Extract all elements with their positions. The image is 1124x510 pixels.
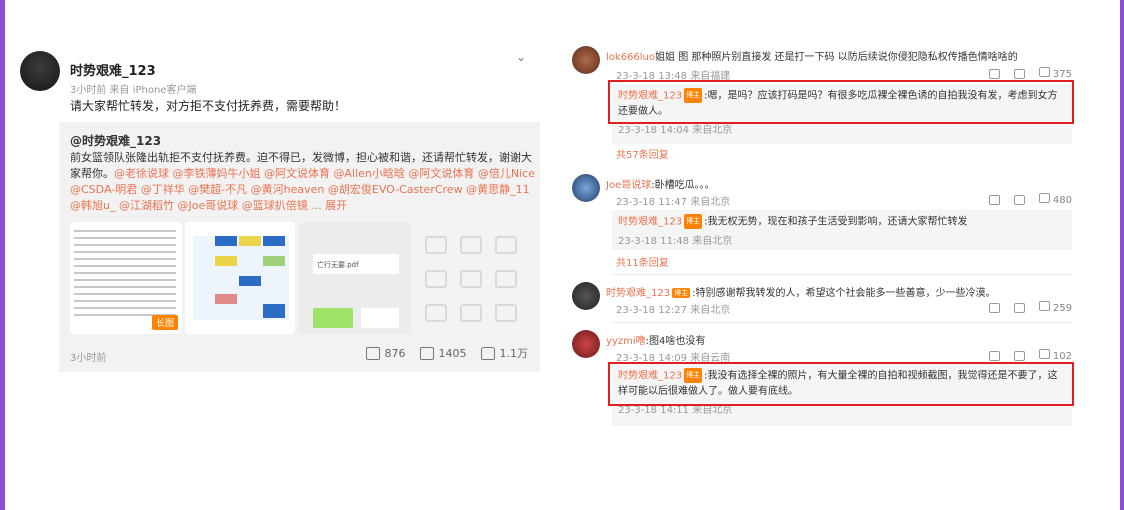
like-count: 480 — [1052, 195, 1072, 206]
comment-actions: 375 — [988, 67, 1072, 80]
comment-count: 1405 — [438, 346, 467, 360]
image-thumbnails: 长图 亡行无要.pdf — [70, 222, 540, 334]
like-icon — [1038, 301, 1050, 311]
comment-icon[interactable] — [1013, 350, 1025, 361]
post-text: 请大家帮忙转发，对方拒不支付抚养费，需要帮助！ — [70, 99, 347, 113]
avatar[interactable] — [572, 46, 600, 74]
long-image-badge: 长图 — [151, 315, 178, 330]
avatar[interactable] — [20, 51, 60, 91]
comment-button[interactable]: 1405 — [419, 346, 467, 360]
more-replies-link[interactable]: 共11条回复 — [616, 254, 669, 269]
post-actions: 876 1405 1.1万 — [365, 345, 529, 361]
comment-text: :卧槽吃瓜。。。 — [651, 180, 715, 191]
like-count: 1.1万 — [499, 347, 529, 360]
share-icon[interactable] — [988, 350, 1000, 361]
post-meta: 3小时前 来自 iPhone客户端 — [70, 85, 197, 96]
reply-meta: 23-3-18 11:48 来自北京 — [618, 235, 733, 247]
comment-icon[interactable] — [1013, 68, 1025, 79]
highlight-box — [608, 362, 1074, 406]
thumbnail-spreadsheet[interactable] — [185, 222, 295, 334]
share-button[interactable]: 876 — [365, 346, 406, 360]
comment-icon[interactable] — [1013, 194, 1025, 205]
like-icon — [1038, 349, 1050, 359]
thumbnail-chat-screenshot[interactable]: 亡行无要.pdf — [299, 222, 411, 334]
like-count: 102 — [1052, 351, 1072, 362]
left-frame-border — [0, 0, 5, 510]
commenter-name[interactable]: yyzmi噜 — [606, 336, 646, 347]
comment-text: :图4啥也没有 — [645, 336, 706, 347]
comment-actions: 480 — [988, 193, 1072, 206]
avatar[interactable] — [572, 174, 600, 202]
like-button[interactable]: 1.1万 — [480, 345, 529, 361]
weibo-post-card: 时势艰难_123 3小时前 来自 iPhone客户端 ⌄ 请大家帮忙转发，对方拒… — [12, 40, 540, 373]
comment-actions: 259 — [988, 301, 1072, 314]
divider — [612, 322, 1072, 323]
divider — [612, 274, 1072, 275]
share-icon[interactable] — [988, 68, 1000, 79]
right-frame-border — [1120, 0, 1124, 510]
author-badge: 博主 — [684, 214, 703, 229]
share-count: 876 — [384, 346, 406, 360]
repost-card[interactable]: @时势艰难_123 前女篮领队张隆出轨拒不支付抚养费。迫不得已，发微博，担心被和… — [59, 122, 540, 372]
repost-author[interactable]: @时势艰难_123 — [70, 132, 161, 149]
comment-meta: 23-3-18 11:47 来自北京 — [616, 197, 731, 208]
like-button[interactable]: 259 — [1038, 301, 1072, 314]
comment-actions: 102 — [988, 349, 1072, 362]
share-icon — [365, 346, 380, 360]
comment-icon — [419, 346, 434, 360]
like-count: 375 — [1052, 69, 1072, 80]
comments-panel: lok666luo姐姐 图 那种照片别直接发 还是打一下码 以防后续说你侵犯隐私… — [556, 40, 1086, 430]
like-icon — [1038, 67, 1050, 77]
post-username[interactable]: 时势艰难_123 — [70, 60, 156, 79]
avatar[interactable] — [572, 282, 600, 310]
repost-mentions[interactable]: @老徐说球 @李铁薄妈牛小姐 @阿文说体育 @Allen小晗晗 @阿文说体育 @… — [70, 167, 535, 212]
highlight-box — [608, 80, 1074, 124]
share-icon[interactable] — [988, 194, 1000, 205]
like-button[interactable]: 480 — [1038, 193, 1072, 206]
chevron-down-icon[interactable]: ⌄ — [516, 50, 526, 64]
reply-author[interactable]: 时势艰难_123 — [618, 217, 682, 228]
like-icon — [1038, 193, 1050, 203]
commenter-name[interactable]: Joe哥说球 — [606, 180, 651, 191]
avatar[interactable] — [572, 330, 600, 358]
reply-text: :我无权无势，现在和孩子生活受到影响，还请大家帮忙转发 — [704, 216, 968, 228]
thumbnail-placeholder[interactable] — [415, 222, 527, 334]
commenter-name[interactable]: lok666luo — [606, 52, 655, 63]
comment-meta: 23-3-18 12:27 来自北京 — [616, 305, 731, 316]
more-replies-link[interactable]: 共57条回复 — [616, 146, 669, 161]
comment-text: :特别感谢帮我转发的人，希望这个社会能多一些善意，少一些冷漠。 — [692, 288, 996, 299]
thumbnail-long-image[interactable]: 长图 — [70, 222, 182, 334]
commenter-name[interactable]: 时势艰难_123 — [606, 288, 670, 299]
repost-body: 前女篮领队张隆出轨拒不支付抚养费。迫不得已，发微博，担心被和谐，还请帮忙转发，谢… — [70, 150, 535, 214]
post-time: 3小时前 — [70, 353, 107, 364]
share-icon[interactable] — [988, 302, 1000, 313]
like-button[interactable]: 102 — [1038, 349, 1072, 362]
like-count: 259 — [1052, 303, 1072, 314]
reply-item: 时势艰难_123 博主:我无权无势，现在和孩子生活受到影响，还请大家帮忙转发 23… — [612, 210, 1072, 250]
comment-text: 姐姐 图 那种照片别直接发 还是打一下码 以防后续说你侵犯隐私权传播色情啥啥的 — [655, 52, 1018, 63]
like-button[interactable]: 375 — [1038, 67, 1072, 80]
file-attachment: 亡行无要.pdf — [313, 254, 399, 274]
author-badge: 博主 — [672, 288, 691, 298]
comment-icon[interactable] — [1013, 302, 1025, 313]
like-icon — [480, 346, 495, 360]
